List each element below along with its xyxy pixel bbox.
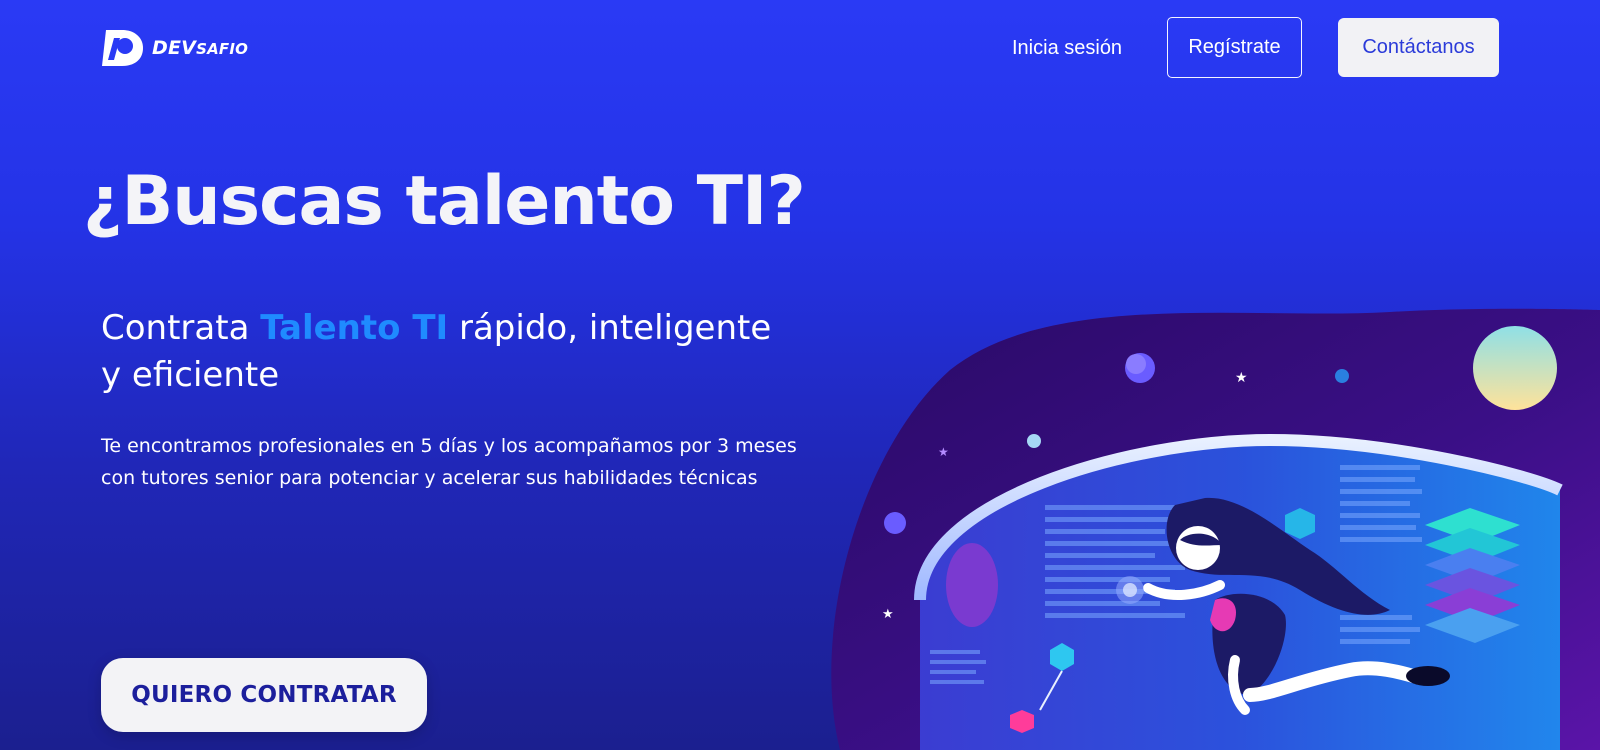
- svg-text:★: ★: [938, 445, 949, 459]
- hero-description: Te encontramos profesionales en 5 días y…: [101, 435, 797, 489]
- hero-subtitle-accent: Talento TI: [260, 308, 449, 348]
- page-title: ¿Buscas talento TI?: [83, 162, 806, 241]
- contact-button[interactable]: Contáctanos: [1338, 18, 1499, 77]
- svg-text:★: ★: [882, 606, 894, 621]
- logo-link[interactable]: DEVSAFIO: [100, 28, 248, 68]
- svg-text:★: ★: [1235, 369, 1248, 385]
- hire-cta-button[interactable]: QUIERO CONTRATAR: [101, 658, 427, 732]
- logo-text-main: DEV: [152, 36, 197, 59]
- hero-subtitle: Contrata Talento TI rápido, inteligente …: [101, 305, 801, 399]
- logo-text-small: SAFIO: [196, 39, 249, 58]
- hero-illustration: ★ ★ ★: [830, 300, 1600, 750]
- devsafio-logo-icon: [100, 28, 144, 68]
- login-link[interactable]: Inicia sesión: [1012, 32, 1122, 64]
- register-button[interactable]: Regístrate: [1167, 17, 1302, 78]
- hero-subtitle-part1: Contrata: [101, 308, 261, 348]
- logo-text: DEVSAFIO: [152, 36, 249, 59]
